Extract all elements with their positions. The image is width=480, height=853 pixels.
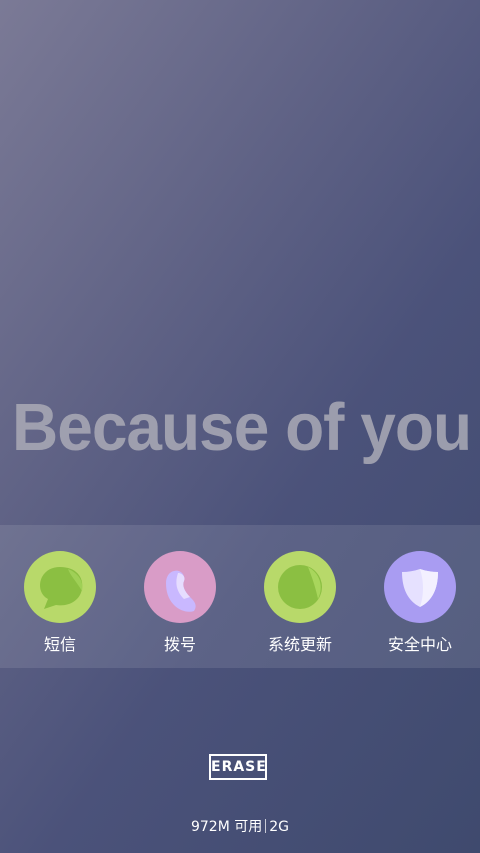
wallpaper-headline: Because of you bbox=[12, 389, 472, 465]
message-icon bbox=[24, 551, 96, 623]
shield-icon bbox=[384, 551, 456, 623]
update-icon bbox=[264, 551, 336, 623]
memory-status: 972M 可用 2G bbox=[0, 816, 480, 836]
app-security-center[interactable]: 安全中心 bbox=[360, 551, 480, 661]
app-system-update[interactable]: 系统更新 bbox=[240, 551, 360, 661]
network-type: 2G bbox=[269, 819, 290, 835]
recent-apps-dock: 短信 拨号 系统更新 安全中心 bbox=[0, 525, 480, 668]
app-dialer[interactable]: 拨号 bbox=[120, 551, 240, 661]
app-messages[interactable]: 短信 bbox=[0, 551, 120, 661]
erase-button[interactable]: ERASE bbox=[209, 754, 267, 780]
memory-available: 972M 可用 bbox=[190, 819, 263, 835]
phone-icon bbox=[144, 551, 216, 623]
app-dialer-label: 拨号 bbox=[163, 635, 196, 654]
app-system-update-label: 系统更新 bbox=[267, 635, 332, 654]
app-security-center-label: 安全中心 bbox=[387, 635, 452, 654]
app-messages-label: 短信 bbox=[43, 635, 76, 654]
status-divider bbox=[265, 819, 267, 833]
